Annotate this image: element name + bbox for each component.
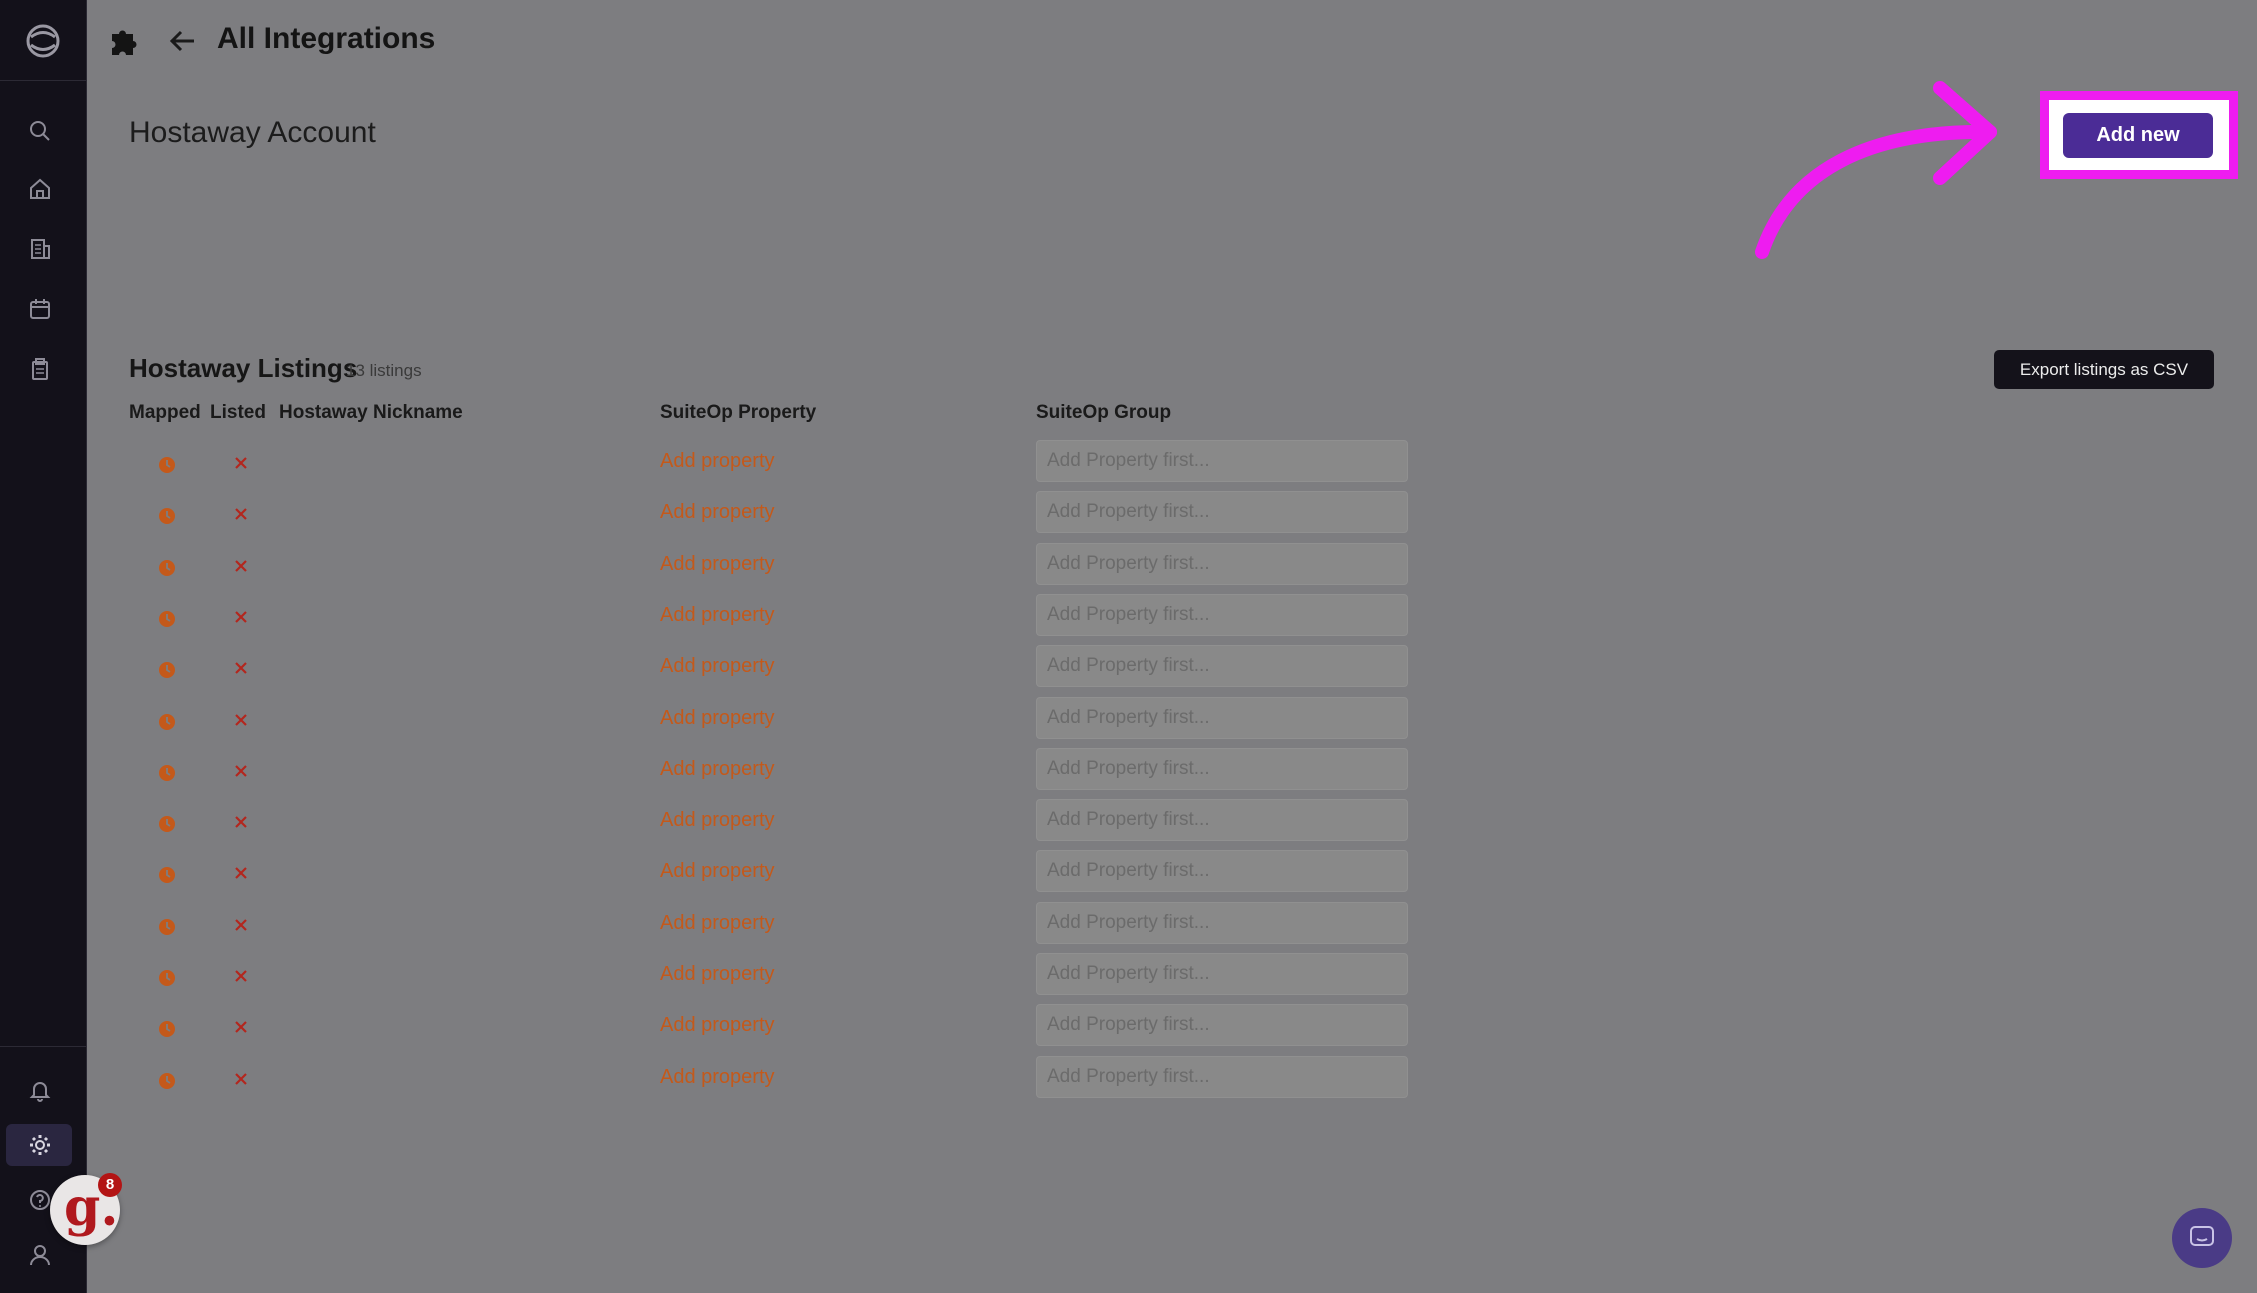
x-icon [235,662,247,674]
x-icon [235,867,247,880]
add-new-button[interactable]: Add new [2063,113,2213,158]
add-property-link[interactable]: Add property [660,553,775,576]
add-property-link[interactable]: Add property [660,963,775,986]
suiteop-group-select[interactable] [1036,645,1408,688]
clock-icon [159,816,175,833]
clock-icon [159,610,175,627]
column-header-property: SuiteOp Property [660,402,817,423]
column-header-listed: Listed [210,402,266,423]
clock-icon [159,662,175,679]
table-row: Add property [0,696,1500,748]
export-csv-button[interactable]: Export listings as CSV [1994,350,2214,389]
table-row: Add property [0,593,1500,645]
home-icon[interactable] [27,176,53,202]
suiteop-group-select[interactable] [1036,901,1408,944]
x-icon [235,1021,247,1034]
back-arrow-icon[interactable] [166,24,200,58]
clock-icon [159,713,175,730]
x-icon [235,713,247,726]
table-row: Add property [0,850,1500,901]
suiteop-group-select[interactable] [1036,953,1408,995]
clock-icon [159,970,175,986]
clock-icon [159,867,175,884]
clock-icon [159,559,175,576]
listings-title: Hostaway Listings [129,353,358,383]
add-property-link[interactable]: Add property [660,604,775,627]
add-property-link[interactable]: Add property [660,809,775,832]
table-row: Add property [0,953,1500,1004]
x-icon [235,816,247,828]
clipboard-icon[interactable] [27,356,53,382]
x-icon [235,918,247,931]
add-property-link[interactable]: Add property [660,450,775,473]
x-icon [235,508,247,521]
table-row: Add property [0,747,1500,799]
add-property-link[interactable]: Add property [660,1014,775,1037]
suiteop-group-select[interactable] [1036,747,1408,790]
table-row: Add property [0,645,1500,696]
add-property-link[interactable]: Add property [660,501,775,524]
table-row: Add property [0,440,1500,491]
clock-icon [159,918,175,935]
annotation-arrow [1755,81,1997,259]
clock-icon [159,457,175,473]
table-row: Add property [0,542,1500,594]
calendar-icon[interactable] [27,296,53,322]
table-row: Add property [0,1004,1500,1055]
gear-icon[interactable] [27,1132,53,1158]
table-row: Add property [0,1055,1500,1107]
add-property-link[interactable]: Add property [660,707,775,730]
column-header-mapped: Mapped [129,402,201,423]
topbar: All Integrations [86,0,2257,80]
puzzle-icon [112,30,137,55]
clock-icon [159,1021,175,1038]
x-icon [235,970,247,982]
add-property-link[interactable]: Add property [660,758,775,781]
search-icon[interactable] [27,118,53,144]
suiteop-group-select[interactable] [1036,542,1408,585]
x-icon [235,765,247,777]
listings-count: 13 listings [346,361,422,380]
table-row: Add property [0,901,1500,953]
notification-badge: 8 [98,1173,122,1197]
clock-icon [159,1072,175,1089]
add-property-link[interactable]: Add property [660,1066,775,1089]
add-property-link[interactable]: Add property [660,912,775,935]
table-row: Add property [0,799,1500,850]
table-row: Add property [0,491,1500,542]
suiteop-group-select[interactable] [1036,1055,1408,1098]
page-title: All Integrations [217,22,436,55]
suiteop-group-select[interactable] [1036,491,1408,534]
chat-icon [2190,1226,2214,1246]
add-property-link[interactable]: Add property [660,655,775,678]
add-property-link[interactable]: Add property [660,860,775,883]
suiteop-group-select[interactable] [1036,850,1408,893]
x-icon [235,457,247,469]
building-icon[interactable] [27,236,53,262]
chat-launcher[interactable] [2172,1208,2232,1268]
suiteop-group-select[interactable] [1036,799,1408,842]
suiteop-group-select[interactable] [1036,1004,1408,1047]
suiteop-group-select[interactable] [1036,593,1408,636]
x-icon [235,1072,247,1085]
x-icon [235,559,247,572]
user-icon[interactable] [27,1242,53,1268]
clock-icon [159,764,175,781]
sidebar-divider [0,80,86,81]
account-title: Hostaway Account [129,116,376,149]
column-header-nickname: Hostaway Nickname [279,402,463,423]
suiteop-logo[interactable] [22,20,64,62]
x-icon [235,611,247,623]
suiteop-group-select[interactable] [1036,696,1408,739]
support-widget[interactable]: g. 8 [50,1173,122,1245]
clock-icon [159,508,175,525]
suiteop-group-select[interactable] [1036,440,1408,482]
column-header-group: SuiteOp Group [1036,402,1172,423]
